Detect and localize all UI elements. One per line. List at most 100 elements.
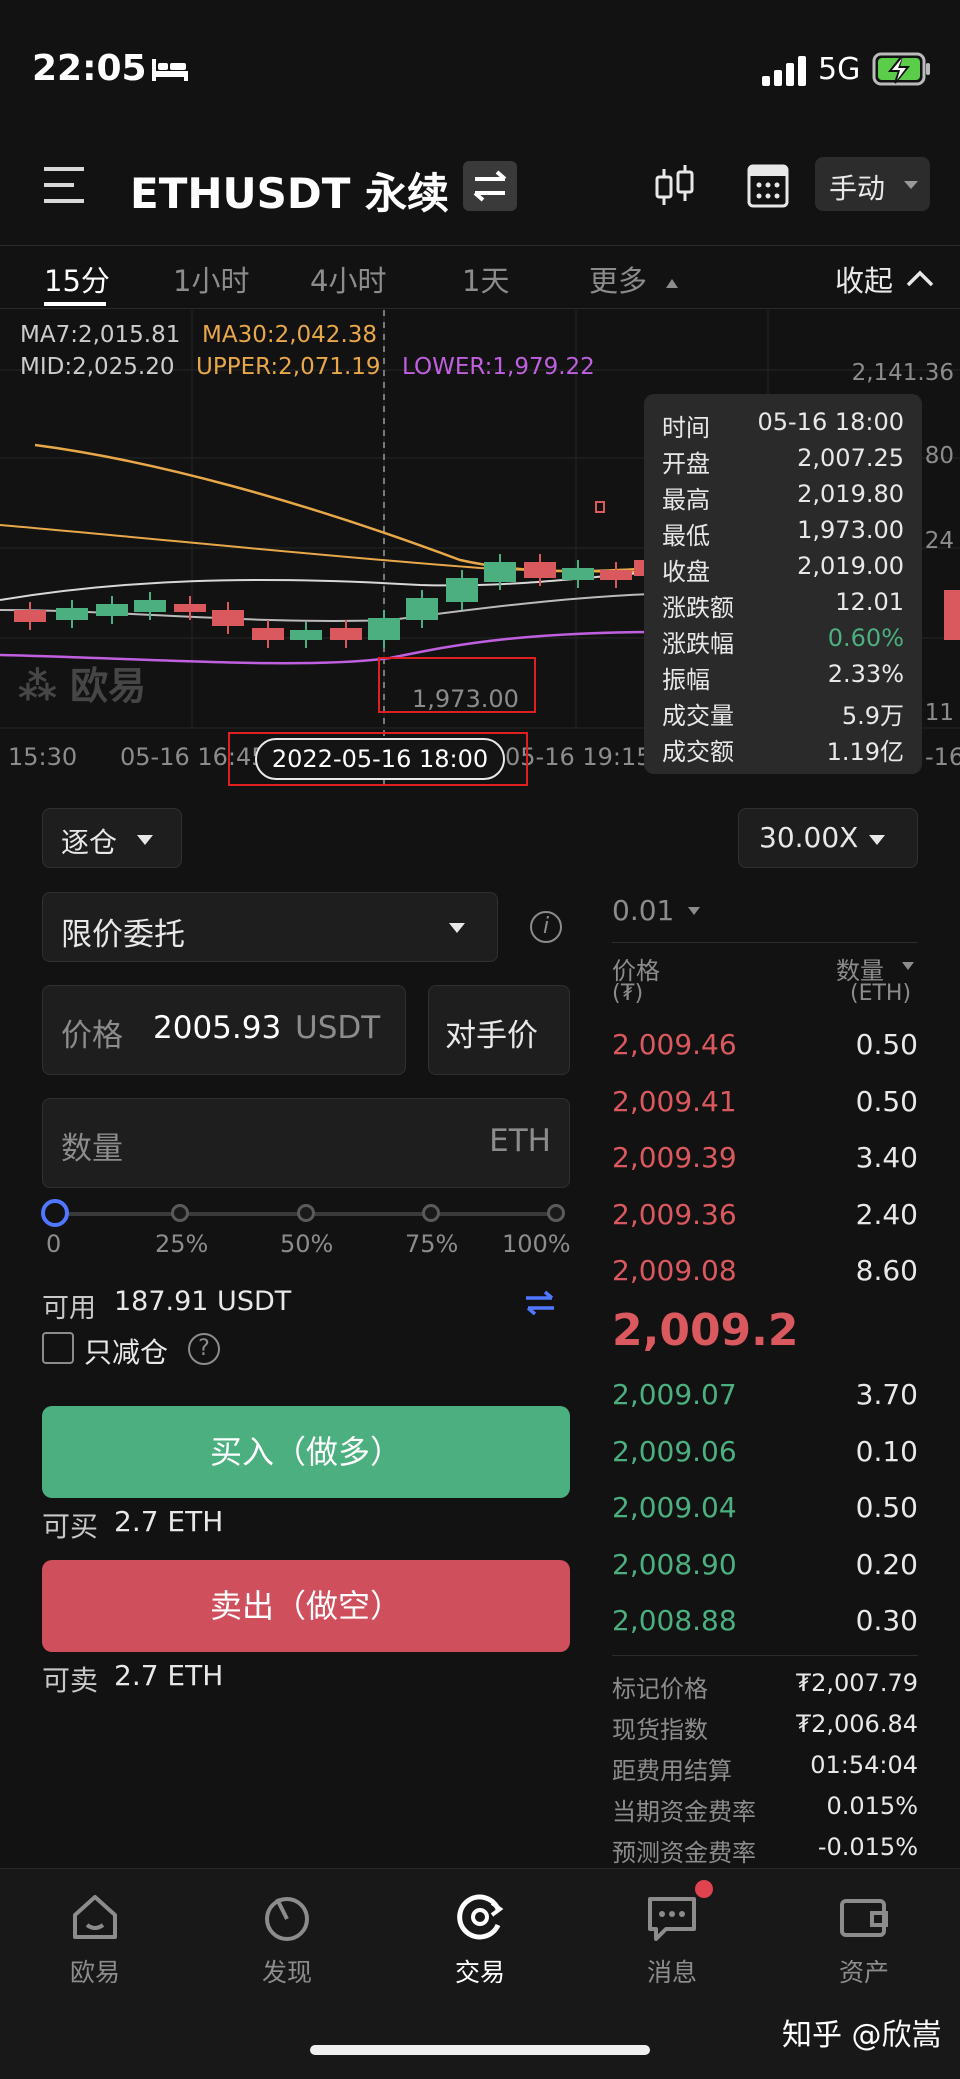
counterparty-price-button[interactable]: 对手价 — [428, 985, 570, 1075]
home-indicator[interactable] — [310, 2045, 650, 2055]
bid-price[interactable]: 2,008.88 — [612, 1604, 737, 1637]
reduce-only-checkbox[interactable] — [42, 1332, 74, 1364]
bid-qty[interactable]: 3.70 — [856, 1378, 918, 1411]
tooltip-label: 振幅 — [662, 666, 710, 694]
nav-discover[interactable]: 发现 — [217, 1889, 357, 1989]
ask-price[interactable]: 2,009.46 — [612, 1028, 737, 1061]
crosshair-date-label: 2022-05-16 18:00 — [255, 738, 505, 780]
zhihu-watermark: 知乎 @欣嵩 — [782, 2018, 942, 2053]
price-input-unit: USDT — [295, 1010, 381, 1046]
tooltip-value: 2,019.80 — [797, 480, 904, 508]
slider-stop[interactable] — [171, 1204, 189, 1222]
slider-stop[interactable] — [422, 1204, 440, 1222]
precision-select[interactable]: 0.01 — [612, 894, 674, 927]
ask-qty[interactable]: 0.50 — [856, 1028, 918, 1061]
ask-qty[interactable]: 2.40 — [856, 1198, 918, 1231]
nav-trade[interactable]: 交易 — [410, 1889, 550, 1989]
amount-slider-thumb[interactable] — [41, 1199, 69, 1227]
ask-qty[interactable]: 8.60 — [856, 1254, 918, 1287]
quantity-input[interactable]: 数量 ETH — [42, 1098, 570, 1188]
available-label: 可用 — [42, 1293, 96, 1324]
price-input[interactable]: 价格 2005.93 USDT — [42, 985, 406, 1075]
leverage-label: 30.00X — [759, 821, 859, 854]
divider — [612, 942, 918, 943]
ask-price[interactable]: 2,009.08 — [612, 1254, 737, 1287]
bid-qty[interactable]: 0.30 — [856, 1604, 918, 1637]
bid-price[interactable]: 2,008.90 — [612, 1548, 737, 1581]
trade-mode-select[interactable]: 手动 — [815, 157, 930, 211]
bid-price[interactable]: 2,009.06 — [612, 1435, 737, 1468]
swap-icon[interactable] — [463, 161, 517, 211]
ask-price[interactable]: 2,009.36 — [612, 1198, 737, 1231]
tooltip-label: 最高 — [662, 486, 710, 514]
orderbook-qty-unit: (ETH) — [850, 981, 912, 1006]
contract-info-value: ₮2,006.84 — [795, 1710, 918, 1738]
nav-messages[interactable]: 消息 — [602, 1889, 742, 1989]
ask-qty[interactable]: 3.40 — [856, 1141, 918, 1174]
reduce-only-label: 只减仓 — [84, 1336, 169, 1369]
tooltip-value: 05-16 18:00 — [757, 408, 904, 436]
message-icon — [648, 1897, 696, 1941]
tooltip-row: 成交额 1.19亿 — [662, 732, 904, 768]
sell-short-button[interactable]: 卖出（做空） — [42, 1560, 570, 1652]
price-input-value[interactable]: 2005.93 — [153, 1010, 281, 1046]
low-price-marker: 1,973.00 — [412, 685, 519, 713]
upper-label: UPPER:2,071.19 — [196, 354, 381, 380]
order-type-select[interactable]: 限价委托 — [42, 892, 498, 962]
lower-label: LOWER:1,979.22 — [402, 354, 595, 380]
nav-home[interactable]: 欧易 — [25, 1889, 165, 1989]
tooltip-value: 5.9万 — [841, 702, 904, 730]
contract-info-label: 预测资金费率 — [612, 1839, 756, 1867]
bid-qty[interactable]: 0.50 — [856, 1491, 918, 1524]
nav-assets[interactable]: 资产 — [794, 1889, 934, 1989]
bid-qty[interactable]: 0.10 — [856, 1435, 918, 1468]
contract-info-value: ₮2,007.79 — [795, 1669, 918, 1697]
tooltip-row: 时间 05-16 18:00 — [662, 408, 904, 444]
leverage-select[interactable]: 30.00X — [738, 808, 918, 868]
tab-more[interactable]: 更多 — [589, 258, 647, 300]
margin-mode-select[interactable]: 逐仓 — [42, 808, 182, 868]
candlestick-icon[interactable] — [652, 163, 698, 211]
price-axis-label: 80 — [924, 443, 954, 469]
info-icon[interactable]: i — [530, 911, 562, 943]
chevron-down-icon[interactable] — [902, 962, 914, 970]
buy-long-button[interactable]: 买入（做多） — [42, 1406, 570, 1498]
can-sell-value: 2.7 ETH — [114, 1659, 224, 1692]
tooltip-row: 涨跌幅 0.60% — [662, 624, 904, 660]
calculator-icon[interactable] — [746, 163, 790, 209]
ohlc-tooltip: 时间 05-16 18:00 开盘 2,007.25 最高 2,019.80 最低 1,973… — [644, 394, 922, 774]
bid-price[interactable]: 2,009.07 — [612, 1378, 737, 1411]
chevron-up-icon[interactable] — [905, 268, 935, 288]
collapse-chart-button[interactable]: 收起 — [835, 258, 893, 300]
tooltip-label: 成交额 — [662, 738, 734, 766]
bid-price[interactable]: 2,009.04 — [612, 1491, 737, 1524]
price-axis-label: 24 — [924, 528, 954, 554]
home-icon — [73, 1895, 117, 1939]
wallet-icon — [840, 1899, 888, 1937]
tab-15m[interactable]: 15分 — [44, 258, 110, 300]
discover-icon — [265, 1897, 309, 1941]
ask-price[interactable]: 2,009.39 — [612, 1141, 737, 1174]
price-input-label: 价格 — [61, 1018, 123, 1054]
transfer-icon[interactable] — [522, 1288, 558, 1318]
tab-1d[interactable]: 1天 — [462, 258, 509, 300]
divider — [612, 1655, 918, 1656]
chevron-down-icon[interactable] — [688, 907, 700, 915]
chevron-down-icon — [137, 835, 153, 845]
bid-qty[interactable]: 0.20 — [856, 1548, 918, 1581]
ask-qty[interactable]: 0.50 — [856, 1085, 918, 1118]
time-axis-label: -16 — [925, 743, 960, 771]
slider-stop[interactable] — [547, 1204, 565, 1222]
tab-1h[interactable]: 1小时 — [173, 258, 249, 300]
pair-title[interactable]: ETHUSDT 永续 — [130, 160, 449, 221]
help-icon[interactable]: ? — [188, 1333, 220, 1365]
price-axis-label: 11 — [924, 700, 954, 726]
status-bar: 22:05 5G — [0, 0, 960, 130]
slider-stop[interactable] — [297, 1204, 315, 1222]
caret-up-icon — [666, 279, 678, 288]
ask-price[interactable]: 2,009.41 — [612, 1085, 737, 1118]
menu-icon[interactable] — [44, 165, 88, 205]
tab-4h[interactable]: 4小时 — [310, 258, 386, 300]
ma30-line — [34, 443, 701, 573]
status-time: 22:05 — [32, 48, 147, 89]
